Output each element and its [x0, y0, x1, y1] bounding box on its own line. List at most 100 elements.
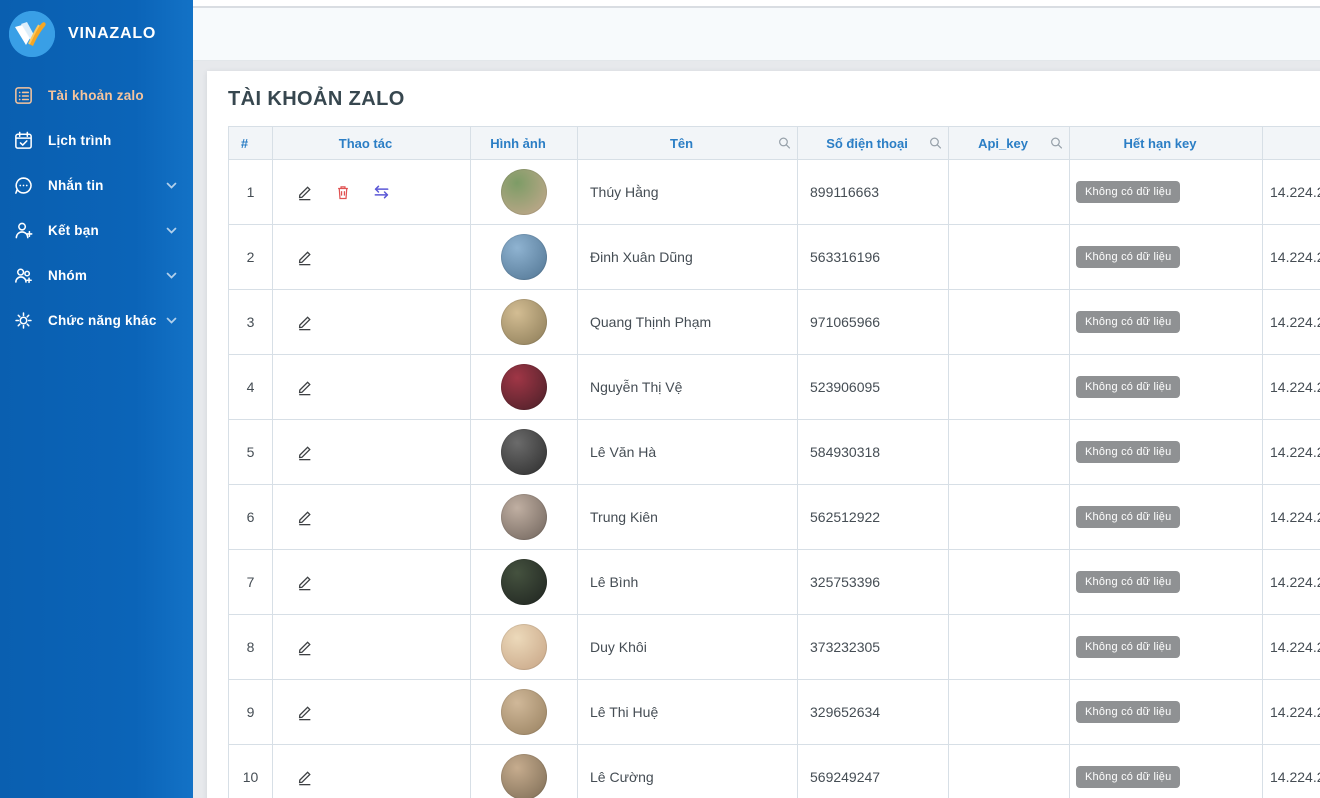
row-extra: 14.224.201: [1263, 160, 1320, 225]
swap-button[interactable]: [372, 182, 392, 202]
edit-button[interactable]: [294, 702, 314, 722]
table-row: 10 Lê Cường 569249247: [229, 745, 1320, 798]
row-name: Lê Bình: [578, 550, 798, 615]
row-name: Nguyễn Thị Vệ: [578, 355, 798, 420]
no-data-badge: Không có dữ liệu: [1076, 376, 1180, 398]
avatar: [501, 169, 547, 215]
edit-button[interactable]: [294, 767, 314, 787]
edit-button[interactable]: [294, 182, 314, 202]
table-row: 1 Thúy Hằn: [229, 160, 1320, 225]
row-api-key: [949, 745, 1070, 798]
row-extra: 14.224.201: [1263, 550, 1320, 615]
row-image-cell: [471, 485, 578, 550]
no-data-badge: Không có dữ liệu: [1076, 246, 1180, 268]
delete-button[interactable]: [333, 182, 353, 202]
row-phone: 562512922: [798, 485, 949, 550]
row-actions: [273, 550, 471, 615]
edit-button[interactable]: [294, 637, 314, 657]
row-phone: 325753396: [798, 550, 949, 615]
search-icon[interactable]: [1050, 137, 1063, 150]
table-header-row: # Thao tác Hình ảnh Tên: [229, 127, 1320, 160]
row-api-key: [949, 615, 1070, 680]
row-extra: 14.224.201: [1263, 355, 1320, 420]
sidebar-item-label: Chức năng khác: [48, 313, 157, 328]
sidebar-item-label: Tài khoản zalo: [48, 88, 144, 103]
row-extra: 14.224.201: [1263, 485, 1320, 550]
edit-button[interactable]: [294, 247, 314, 267]
row-extra: 14.224.201: [1263, 225, 1320, 290]
column-header-label: Số điện thoại: [826, 136, 908, 151]
row-index: 5: [229, 420, 273, 485]
column-header: #: [229, 127, 273, 160]
row-name: Lê Văn Hà: [578, 420, 798, 485]
edit-button[interactable]: [294, 377, 314, 397]
table-row: 6 Trung Kiên 562512922: [229, 485, 1320, 550]
calendar-icon: [11, 129, 35, 153]
sidebar-nav: Tài khoản zalo Lịch trình Nhắn tin Kết b…: [0, 73, 193, 343]
table-row: 8 Duy Khôi 373232305 K: [229, 615, 1320, 680]
column-header: Hết hạn key: [1070, 127, 1263, 160]
column-header-label: Thao tác: [339, 136, 392, 151]
column-header-label: Tên: [670, 136, 693, 151]
row-extra: 14.224.201: [1263, 615, 1320, 680]
avatar: [501, 299, 547, 345]
edit-button[interactable]: [294, 572, 314, 592]
sidebar-item-label: Nhóm: [48, 268, 87, 283]
avatar: [501, 234, 547, 280]
row-image-cell: [471, 355, 578, 420]
account-list-icon: [11, 84, 35, 108]
sidebar-item-ket-ban[interactable]: Kết bạn: [0, 208, 193, 253]
row-phone: 329652634: [798, 680, 949, 745]
row-phone: 523906095: [798, 355, 949, 420]
row-api-key: [949, 550, 1070, 615]
row-name: Đinh Xuân Dũng: [578, 225, 798, 290]
search-icon[interactable]: [778, 137, 791, 150]
row-key-expiry: Không có dữ liệu: [1070, 745, 1263, 798]
sidebar-item-lich-trinh[interactable]: Lịch trình: [0, 118, 193, 163]
row-name: Trung Kiên: [578, 485, 798, 550]
accounts-table: # Thao tác Hình ảnh Tên: [228, 126, 1320, 798]
row-image-cell: [471, 420, 578, 485]
row-index: 6: [229, 485, 273, 550]
column-header: [1263, 127, 1320, 160]
sidebar-item-nhom[interactable]: Nhóm: [0, 253, 193, 298]
sidebar-item-chuc-nang-khac[interactable]: Chức năng khác: [0, 298, 193, 343]
sidebar-item-nhan-tin[interactable]: Nhắn tin: [0, 163, 193, 208]
sidebar: VINAZALO Tài khoản zalo Lịch trình Nhắn …: [0, 0, 193, 798]
row-image-cell: [471, 615, 578, 680]
edit-button[interactable]: [294, 507, 314, 527]
no-data-badge: Không có dữ liệu: [1076, 701, 1180, 723]
avatar: [501, 689, 547, 735]
chat-icon: [11, 174, 35, 198]
search-icon[interactable]: [929, 137, 942, 150]
no-data-badge: Không có dữ liệu: [1076, 441, 1180, 463]
topbar: [193, 8, 1320, 61]
row-phone: 563316196: [798, 225, 949, 290]
row-image-cell: [471, 680, 578, 745]
row-key-expiry: Không có dữ liệu: [1070, 160, 1263, 225]
vinazalo-logo-icon: [9, 11, 55, 57]
edit-button[interactable]: [294, 312, 314, 332]
row-actions: [273, 485, 471, 550]
avatar: [501, 624, 547, 670]
brand[interactable]: VINAZALO: [0, 0, 193, 70]
chevron-down-icon: [166, 227, 177, 235]
column-header-label: Hết hạn key: [1124, 136, 1197, 151]
edit-button[interactable]: [294, 442, 314, 462]
row-index: 10: [229, 745, 273, 798]
row-api-key: [949, 485, 1070, 550]
row-index: 7: [229, 550, 273, 615]
sidebar-item-label: Nhắn tin: [48, 178, 104, 193]
sidebar-item-label: Kết bạn: [48, 223, 99, 238]
sidebar-item-tai-khoan-zalo[interactable]: Tài khoản zalo: [0, 73, 193, 118]
row-phone: 584930318: [798, 420, 949, 485]
no-data-badge: Không có dữ liệu: [1076, 636, 1180, 658]
table-row: 2 Đinh Xuân Dũng 563316196: [229, 225, 1320, 290]
row-name: Lê Thi Huệ: [578, 680, 798, 745]
row-actions: [273, 615, 471, 680]
settings-sun-icon: [11, 309, 35, 333]
row-api-key: [949, 160, 1070, 225]
row-key-expiry: Không có dữ liệu: [1070, 420, 1263, 485]
avatar: [501, 559, 547, 605]
row-index: 4: [229, 355, 273, 420]
